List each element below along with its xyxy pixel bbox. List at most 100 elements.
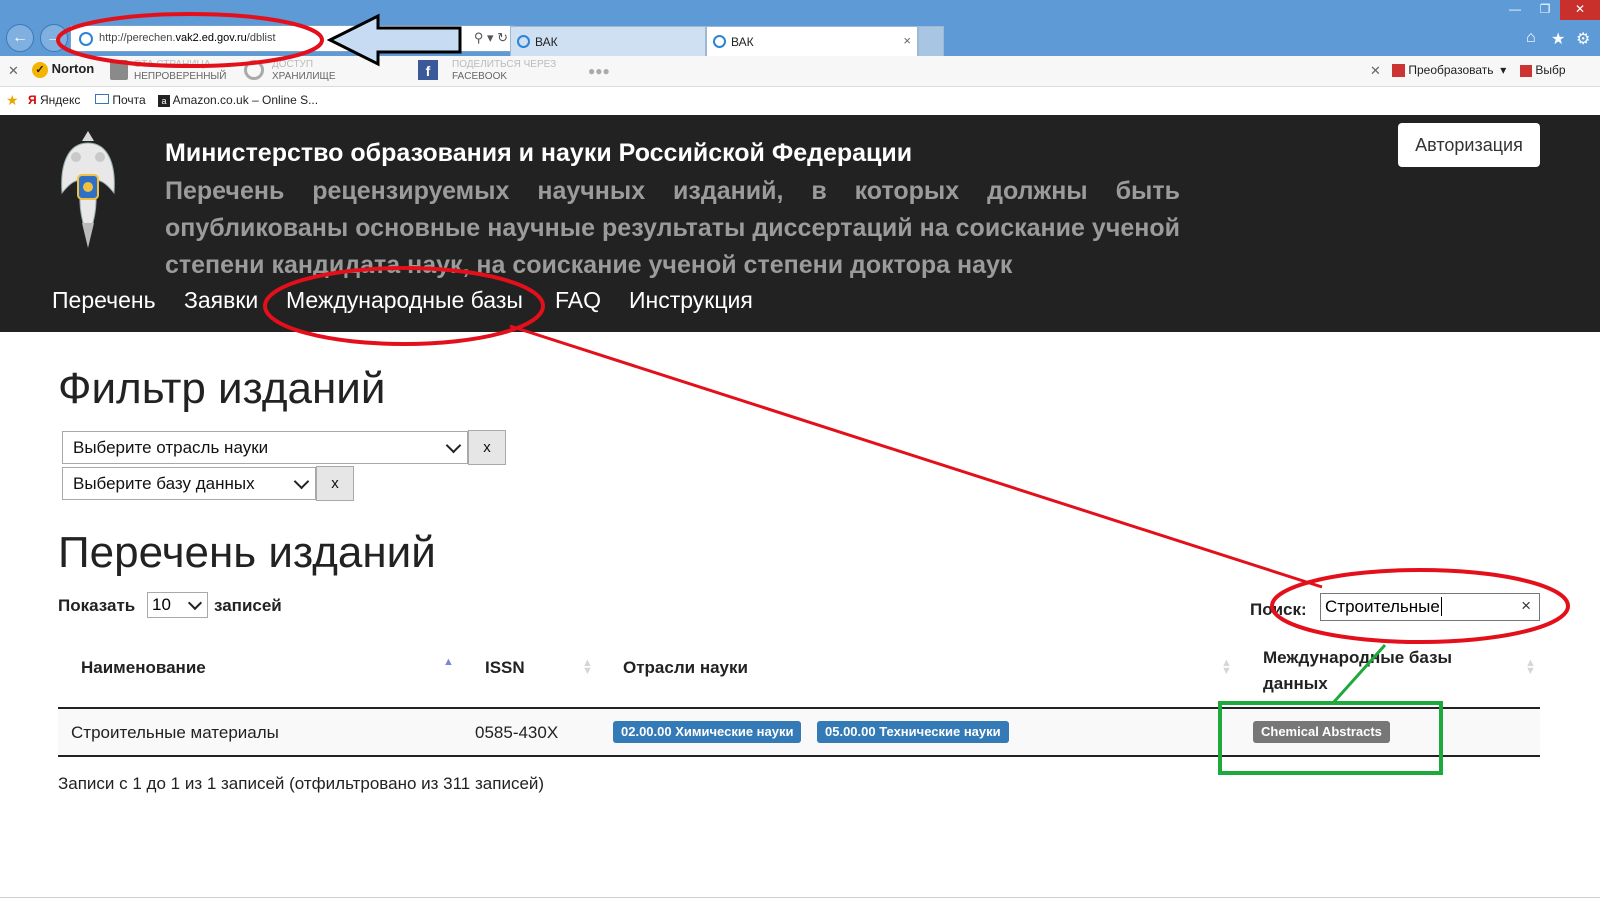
filter-title: Фильтр изданий [58, 364, 386, 413]
annotation-red-line [509, 324, 1323, 589]
favorite-mail[interactable]: Почта [95, 93, 146, 107]
favorite-label: Яндекс [39, 93, 81, 107]
show-entries-label: Показать [58, 596, 136, 615]
authorization-button[interactable]: Авторизация [1398, 123, 1540, 167]
address-url: http://perechen.vak2.ed.gov.ru/dblist [99, 32, 276, 44]
clear-database-button[interactable]: x [316, 466, 354, 501]
favorite-amazon[interactable]: a Amazon.co.uk – Online S... [158, 93, 318, 107]
share-facebook-button[interactable]: ПОДЕЛИТЬСЯ ЧЕРЕЗ FACEBOOK [452, 59, 556, 83]
unverified-label-1: ЭТА СТРАНИЦА [134, 59, 211, 70]
select-label: Выбр [1535, 63, 1566, 77]
tab-vak-1[interactable]: ВАК [510, 26, 706, 56]
share-label-1: ПОДЕЛИТЬСЯ ЧЕРЕЗ [452, 59, 557, 70]
sort-icon[interactable]: ▲ ▼ [1525, 658, 1536, 677]
address-bar[interactable]: http://perechen.vak2.ed.gov.ru/dblist ⚲ … [70, 25, 515, 52]
favorite-label: Почта [112, 93, 146, 107]
ie-tab-icon [713, 35, 726, 48]
favorites-star-icon[interactable]: ★ [6, 92, 19, 109]
more-icon[interactable]: ●●● [588, 64, 610, 78]
norton-logo[interactable]: ✓ Norton [32, 61, 94, 78]
ministry-title: Министерство образования и науки Российс… [165, 139, 913, 167]
search-value: Строительные [1325, 597, 1440, 616]
ie-tab-icon [517, 35, 530, 48]
refresh-icon[interactable]: ⚲ ▾ ↻ [474, 30, 508, 46]
search-input[interactable]: Строительные × [1320, 593, 1540, 621]
back-arrow-icon[interactable]: ← [6, 24, 34, 52]
table-info: Записи с 1 до 1 из 1 записей (отфильтров… [58, 774, 545, 793]
chevron-down-icon [293, 473, 310, 490]
pdf-select-icon [1520, 64, 1532, 77]
menu-item-international-databases[interactable]: Международные базы [286, 287, 523, 314]
table-bottom-divider [58, 755, 1540, 757]
amazon-icon: a [158, 95, 170, 107]
favorites-bar: ★ Я Яндекс Почта a Amazon.co.uk – Online… [0, 87, 1600, 115]
cell-name: Строительные материалы [71, 723, 279, 742]
branch-badge-chemistry: 02.00.00 Химические науки [613, 721, 802, 743]
vault-label-1: ДОСТУП [272, 59, 314, 70]
vault-icon[interactable] [244, 60, 264, 80]
entries-per-page-value: 10 [152, 595, 171, 614]
science-branch-select[interactable]: Выберите отрасль науки [62, 431, 468, 464]
clear-branch-button[interactable]: x [468, 430, 506, 465]
toolbar-close-icon[interactable]: ✕ [8, 63, 19, 79]
minimize-icon[interactable]: — [1500, 0, 1530, 20]
close-window-icon[interactable]: ✕ [1560, 0, 1600, 20]
entries-per-page-select[interactable]: 10 [147, 592, 208, 618]
toolbar2-close-icon[interactable]: ✕ [1370, 63, 1381, 79]
tab-title: ВАК [535, 35, 558, 49]
tab-vak-2[interactable]: ВАК × [706, 26, 918, 56]
yandex-icon: Я [28, 93, 37, 107]
convert-label: Преобразовать [1408, 63, 1494, 77]
column-header-name[interactable]: Наименование [81, 658, 206, 678]
tab-close-icon[interactable]: × [903, 33, 911, 48]
vault-button[interactable]: ДОСТУП ХРАНИЛИЩЕ [272, 59, 336, 83]
norton-toolbar: ✕ ✓ Norton ЭТА СТРАНИЦА НЕПРОВЕРЕННЫЙ ДО… [0, 56, 1600, 87]
convert-pdf-button[interactable]: Преобразовать ▾ [1392, 63, 1507, 78]
sort-asc-icon[interactable]: ▲ [443, 657, 454, 668]
branch-badge-technical: 05.00.00 Технические науки [817, 721, 1009, 743]
coat-of-arms-icon [61, 131, 115, 248]
norton-check-icon: ✓ [32, 62, 48, 78]
menu-item-perechen[interactable]: Перечень [52, 287, 156, 314]
column-header-databases-line1: Международные базы [1263, 648, 1453, 667]
science-branch-placeholder: Выберите отрасль науки [73, 438, 269, 457]
sort-icon[interactable]: ▲ ▼ [582, 658, 593, 677]
chevron-down-icon [445, 437, 462, 454]
records-label: записей [214, 596, 282, 615]
share-label-2: FACEBOOK [452, 71, 508, 82]
star-icon[interactable]: ★ [1551, 29, 1565, 49]
menu-item-zayavki[interactable]: Заявки [184, 287, 258, 314]
chevron-down-icon: ▾ [1496, 63, 1507, 77]
search-label: Поиск: [1250, 600, 1307, 619]
column-header-databases-line2: данных [1263, 674, 1328, 693]
database-badge-chemical-abstracts: Chemical Abstracts [1253, 721, 1390, 743]
menu-item-faq[interactable]: FAQ [555, 287, 601, 314]
database-select[interactable]: Выберите базу данных [62, 467, 316, 500]
text-cursor [1440, 597, 1442, 616]
gear-icon[interactable]: ⚙ [1576, 29, 1590, 49]
forward-arrow-icon[interactable]: → [40, 24, 68, 52]
list-title: Перечень изданий [58, 528, 436, 577]
column-header-branches[interactable]: Отрасли науки [623, 658, 748, 678]
new-tab-button[interactable] [918, 26, 944, 56]
unverified-page-button[interactable]: ЭТА СТРАНИЦА НЕПРОВЕРЕННЫЙ [134, 59, 226, 83]
restore-icon[interactable]: ❐ [1530, 0, 1560, 20]
mail-icon [95, 94, 109, 104]
facebook-icon[interactable]: f [418, 60, 438, 80]
cell-issn: 0585-430X [475, 723, 559, 742]
column-header-databases[interactable]: Международные базы данных [1263, 645, 1452, 697]
unverified-page-icon[interactable] [110, 60, 128, 80]
site-header: Министерство образования и науки Российс… [0, 115, 1600, 332]
norton-label: Norton [51, 61, 95, 76]
vault-label-2: ХРАНИЛИЩЕ [272, 71, 336, 82]
page-bottom-line [0, 897, 1600, 898]
home-icon[interactable]: ⌂ [1526, 29, 1536, 47]
favorite-label: Amazon.co.uk – Online S... [172, 93, 319, 107]
sort-icon[interactable]: ▲ ▼ [1221, 658, 1232, 677]
search-clear-icon[interactable]: × [1521, 596, 1531, 616]
menu-item-instruction[interactable]: Инструкция [629, 287, 753, 314]
favorite-yandex[interactable]: Я Яндекс [28, 93, 80, 107]
database-placeholder: Выберите базу данных [73, 474, 255, 493]
select-pdf-button[interactable]: Выбр [1520, 63, 1566, 77]
column-header-issn[interactable]: ISSN [485, 658, 525, 678]
